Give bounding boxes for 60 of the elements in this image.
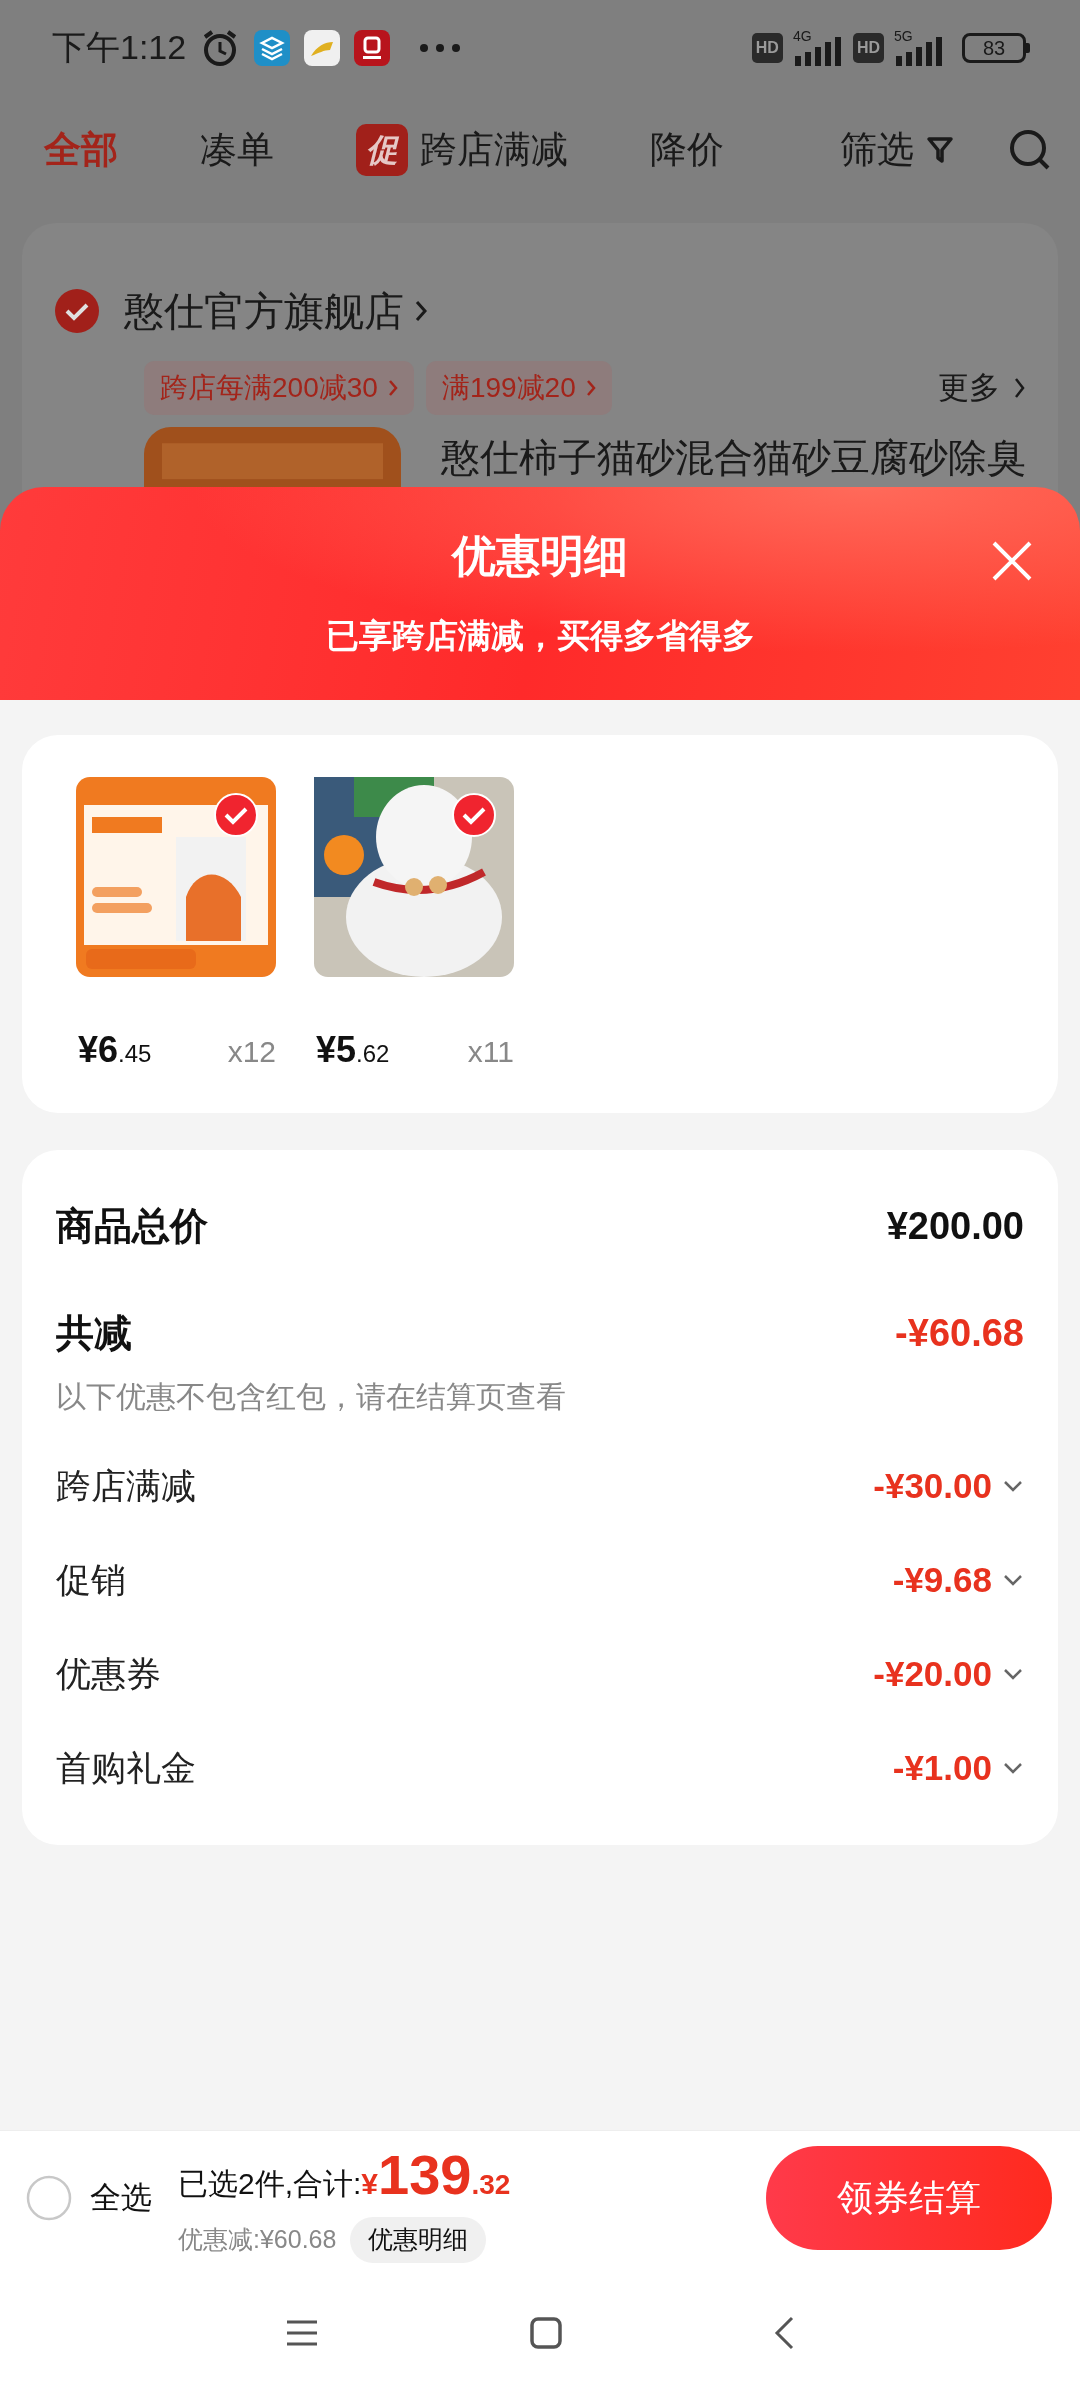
chevron-icon: [1002, 1667, 1024, 1681]
total-price: ¥139.32: [361, 2142, 511, 2209]
app-icon[interactable]: [254, 29, 291, 66]
filter-tab[interactable]: 降价: [650, 122, 724, 178]
discount-type: 促销: [56, 1558, 126, 1601]
chevron-icon: [1002, 1479, 1024, 1493]
check-icon[interactable]: [214, 793, 258, 837]
more-link[interactable]: 更多: [938, 364, 1026, 412]
chevron-icon: [585, 379, 596, 397]
store-name-link[interactable]: 憨仕官方旗舰店: [124, 281, 428, 341]
back-icon[interactable]: [773, 2314, 795, 2351]
app-icon[interactable]: [354, 29, 391, 66]
promo-badge: 促: [356, 124, 408, 176]
discount-amount-toggle[interactable]: -¥30.00: [873, 1459, 1024, 1513]
discount-amount: -¥60.68: [895, 1311, 1024, 1356]
total-amount: ¥200.00: [886, 1204, 1024, 1249]
discount-total: 优惠减:¥60.68: [178, 2224, 337, 2256]
check-icon[interactable]: [452, 793, 496, 837]
status-time: 下午1:12: [52, 27, 187, 68]
menu-icon[interactable]: [285, 2318, 319, 2347]
checkbox[interactable]: [54, 288, 100, 334]
modal-title: 优惠明细: [452, 530, 628, 582]
chevron-icon: [1002, 1761, 1024, 1775]
filter-tab[interactable]: 筛选: [840, 122, 954, 178]
discount-type: 优惠券: [56, 1652, 161, 1695]
chevron-icon: [387, 379, 398, 397]
more-icon: [418, 41, 463, 54]
home-icon[interactable]: [529, 2315, 563, 2350]
battery-indicator: 83: [962, 32, 1026, 63]
close-icon[interactable]: [990, 539, 1034, 583]
selected-count: 已选2件,合计:: [178, 2166, 362, 2203]
network-label: 4G: [792, 26, 812, 46]
hd-badge: HD: [852, 32, 884, 63]
checkout-button[interactable]: 领券结算: [766, 2146, 1052, 2250]
item-price: ¥5.62: [316, 1028, 390, 1072]
item-quantity: x11: [467, 1034, 514, 1070]
search-icon[interactable]: [1008, 128, 1052, 172]
filter-icon: [926, 135, 954, 165]
discount-type: 跨店满减: [56, 1464, 196, 1507]
total-label: 商品总价: [56, 1204, 208, 1249]
item-price: ¥6.45: [78, 1028, 152, 1072]
app-icon[interactable]: [304, 29, 341, 66]
filter-tab[interactable]: 凑单: [200, 122, 274, 178]
network-label: 5G: [894, 26, 913, 46]
discount-amount-toggle[interactable]: -¥20.00: [873, 1647, 1024, 1701]
discount-amount-toggle[interactable]: -¥1.00: [892, 1741, 1024, 1795]
select-all-checkbox[interactable]: 全选: [26, 2174, 152, 2222]
discount-detail-button[interactable]: 优惠明细: [350, 2217, 487, 2263]
discount-amount-toggle[interactable]: -¥9.68: [892, 1553, 1024, 1607]
discount-label: 共减: [56, 1311, 132, 1356]
hd-badge: HD: [751, 32, 783, 63]
chevron-icon: [1002, 1573, 1024, 1587]
product-title: 憨仕柿子猫砂混合猫砂豆腐砂除臭: [441, 435, 1026, 481]
item-quantity: x12: [227, 1034, 276, 1070]
discount-type: 首购礼金: [56, 1746, 196, 1789]
discount-note: 以下优惠不包含红包，请在结算页查看: [56, 1379, 567, 1415]
filter-tab[interactable]: 促 跨店满减: [356, 122, 568, 178]
chevron-icon: [1014, 377, 1026, 399]
chevron-icon: [414, 299, 428, 323]
modal-subtitle: 已享跨店满减，买得多省得多: [325, 616, 755, 656]
